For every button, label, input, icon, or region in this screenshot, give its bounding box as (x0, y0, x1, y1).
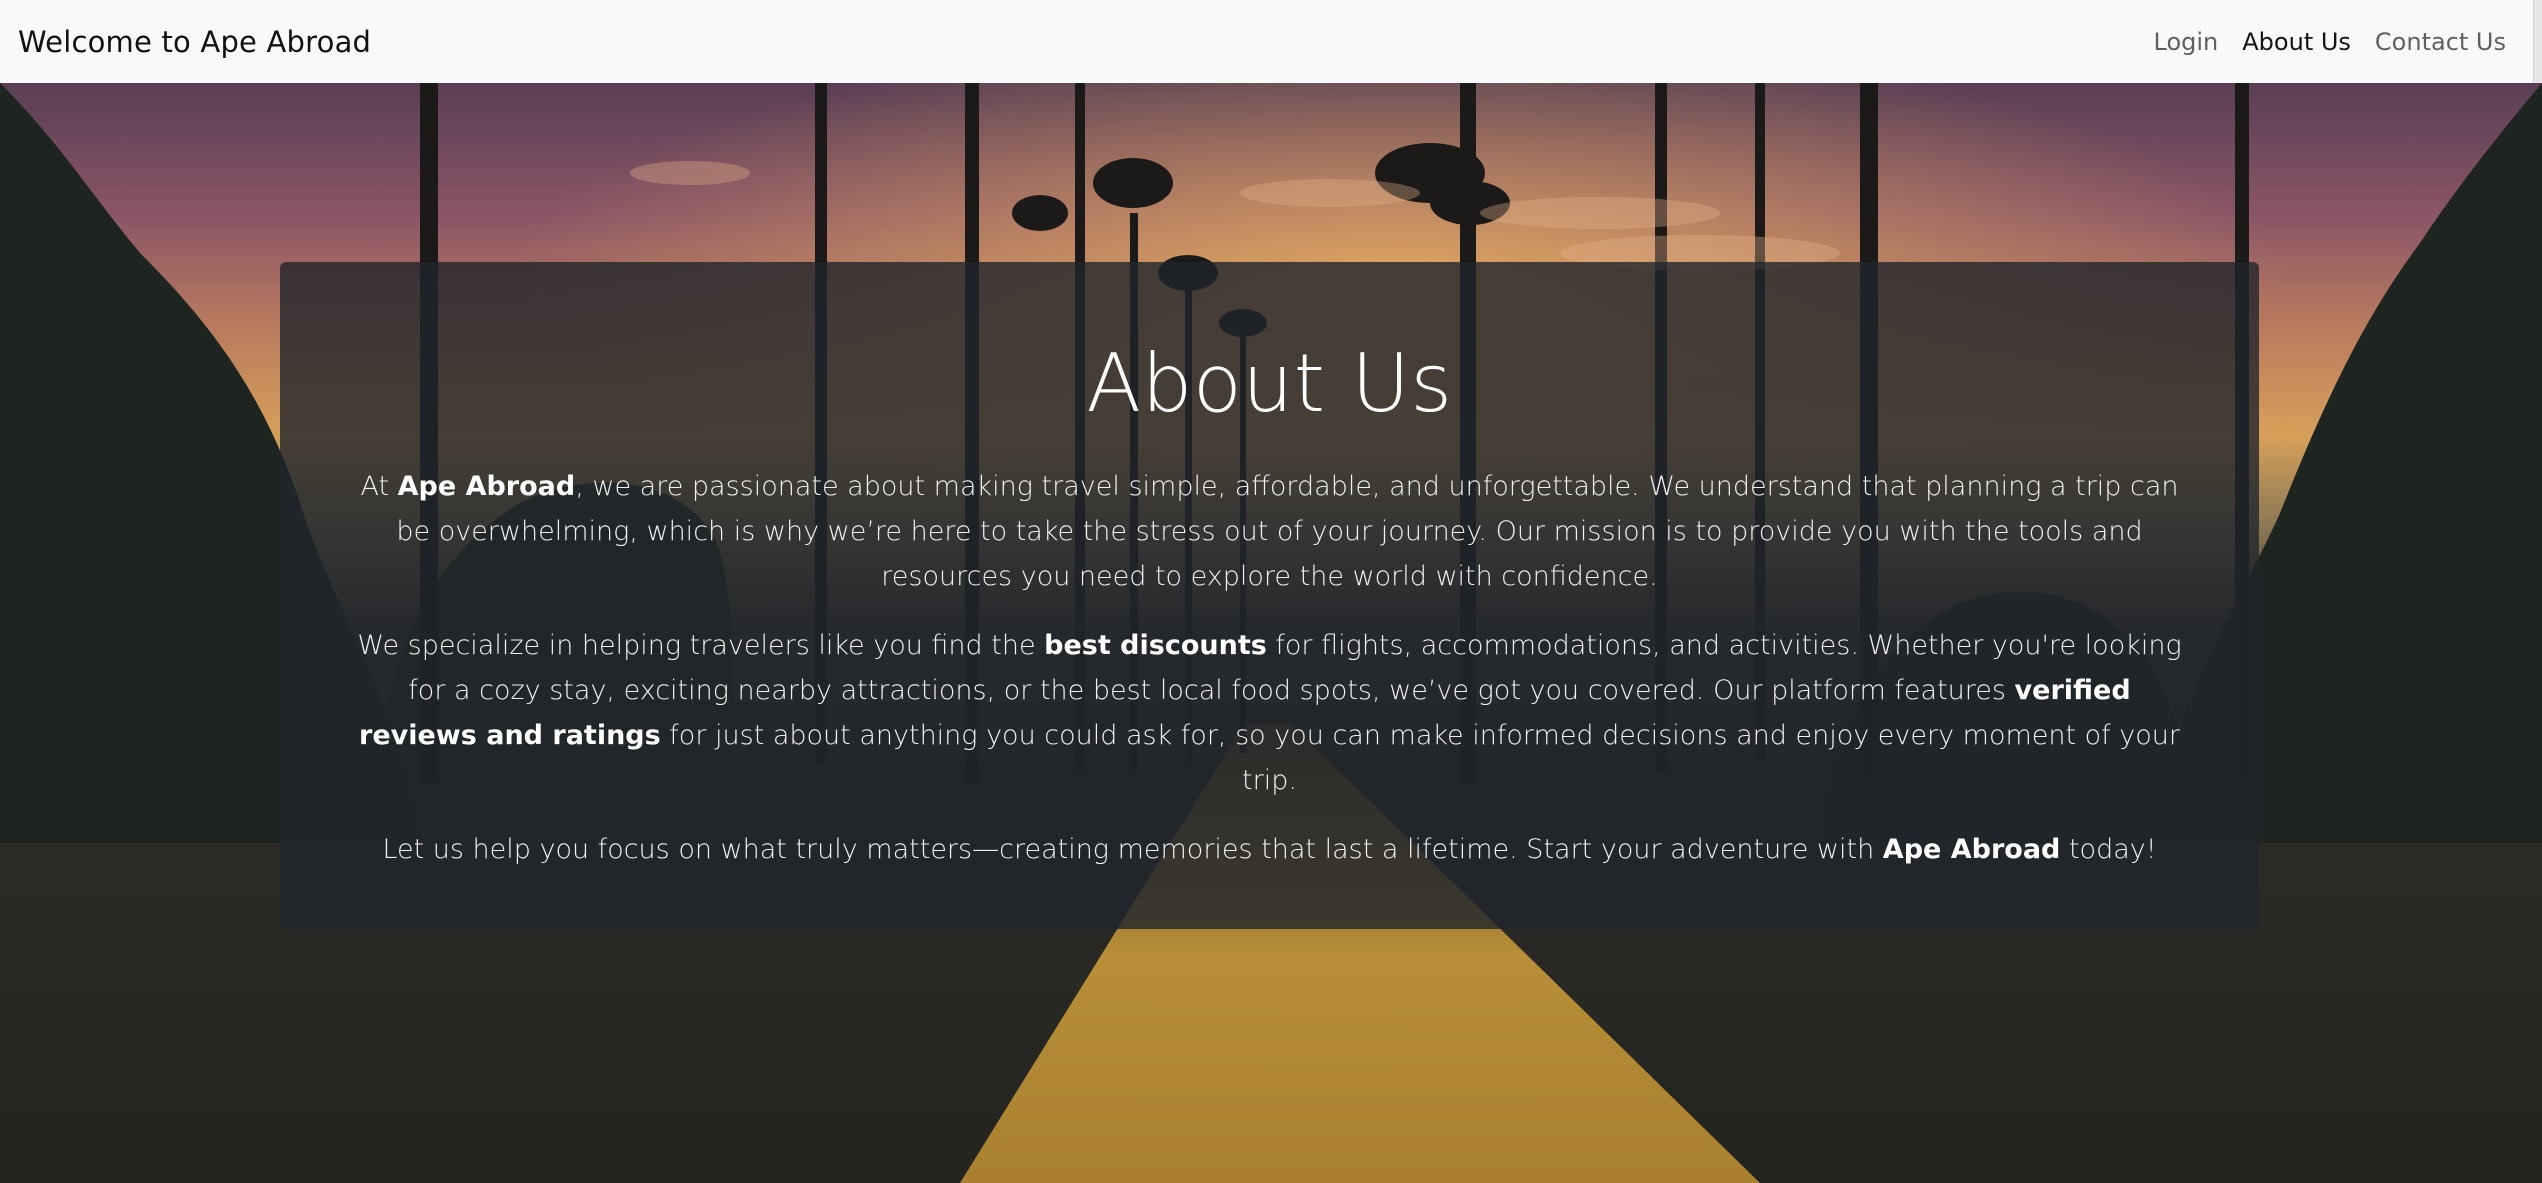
about-us-heading: About Us (1086, 337, 1453, 430)
text-segment: today! (2060, 834, 2157, 865)
top-navbar: Welcome to Ape Abroad Login About Us Con… (0, 0, 2542, 83)
about-paragraph-closing: Let us help you focus on what truly matt… (350, 827, 2189, 872)
brand-emphasis: Ape Abroad (397, 471, 576, 502)
nav-contact-us-link[interactable]: Contact Us (2375, 28, 2506, 56)
brand-link[interactable]: Welcome to Ape Abroad (18, 25, 371, 59)
nav-links: Login About Us Contact Us (2154, 28, 2506, 56)
brand-emphasis: Ape Abroad (1882, 834, 2061, 865)
nav-login-link[interactable]: Login (2154, 28, 2219, 56)
text-segment: We specialize in helping travelers like … (357, 630, 1045, 661)
text-segment: , we are passionate about making travel … (396, 471, 2179, 592)
about-paragraph-mission: At Ape Abroad, we are passionate about m… (350, 464, 2189, 599)
text-segment: Let us help you focus on what truly matt… (382, 834, 1883, 865)
best-discounts-emphasis: best discounts (1044, 630, 1267, 661)
nav-about-us-link[interactable]: About Us (2242, 28, 2351, 56)
window-scrollbar[interactable] (2533, 0, 2542, 83)
text-segment: At (360, 471, 398, 502)
about-paragraph-services: We specialize in helping travelers like … (350, 623, 2189, 803)
page: Welcome to Ape Abroad Login About Us Con… (0, 0, 2542, 1183)
text-segment: for just about anything you could ask fo… (660, 720, 2180, 796)
about-us-panel: About Us At Ape Abroad, we are passionat… (280, 262, 2259, 929)
